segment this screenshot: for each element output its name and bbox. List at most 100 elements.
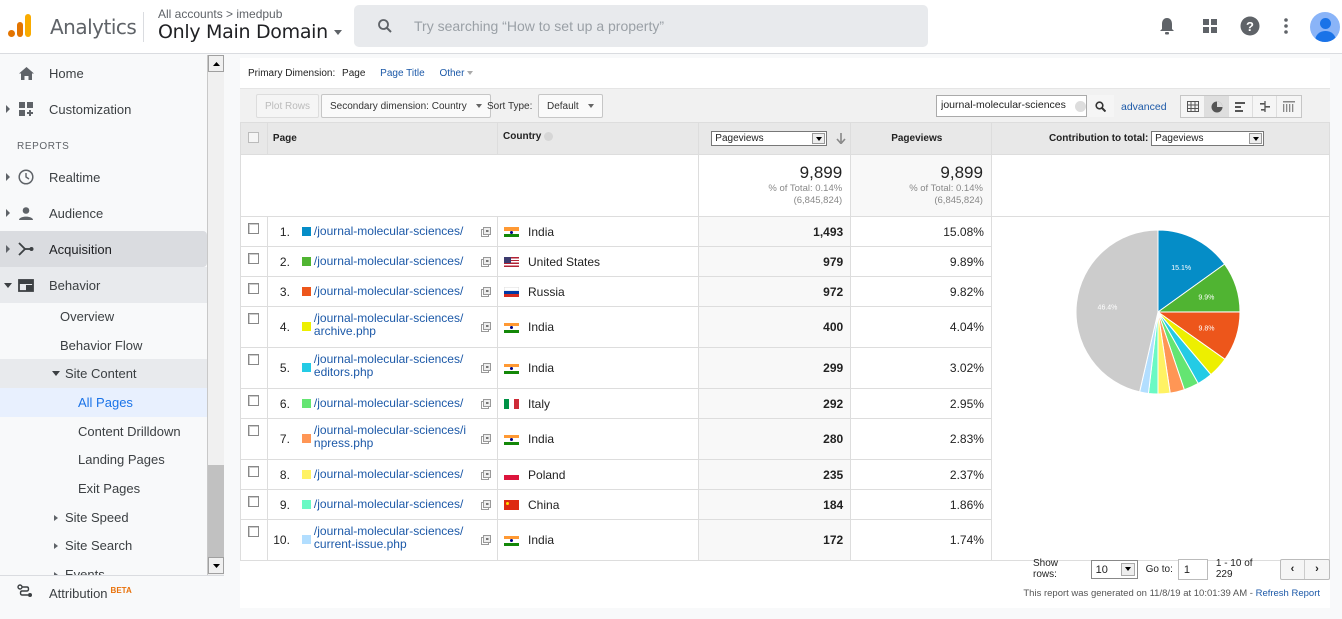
sidebar-item-audience[interactable]: Audience: [0, 195, 207, 231]
open-external-icon[interactable]: [481, 322, 492, 332]
account-avatar[interactable]: [1310, 12, 1340, 42]
flag-in-icon: [504, 363, 520, 374]
search-box[interactable]: [354, 5, 928, 47]
open-external-icon[interactable]: [481, 399, 492, 409]
pivot-view-icon[interactable]: [1277, 96, 1301, 117]
help-icon[interactable]: [544, 131, 554, 141]
sidebar-item-content-drilldown[interactable]: Content Drilldown: [0, 417, 207, 446]
row-checkbox[interactable]: [248, 223, 260, 234]
page-link[interactable]: /journal-molecular-sciences/archive.php: [314, 312, 463, 338]
collapse-arrow-icon: [4, 282, 12, 288]
series-color-swatch: [301, 287, 311, 296]
acquisition-icon: [17, 240, 35, 258]
sidebar-item-all-pages[interactable]: All Pages: [0, 388, 207, 417]
row-checkbox[interactable]: [248, 425, 260, 436]
sidebar-item-realtime[interactable]: Realtime: [0, 159, 207, 195]
row-checkbox[interactable]: [248, 526, 260, 537]
sidebar-item-site-search[interactable]: Site Search: [0, 531, 207, 560]
analytics-logo-icon[interactable]: [8, 14, 32, 38]
behavior-icon: [17, 276, 35, 294]
sidebar-item-site-content[interactable]: Site Content: [0, 359, 207, 388]
sidebar-item-behavior-flow[interactable]: Behavior Flow: [0, 331, 207, 360]
column-header-pageviews[interactable]: Pageviews: [850, 122, 992, 155]
filter-search-button[interactable]: [1086, 95, 1114, 117]
metric-select[interactable]: Pageviews: [711, 131, 828, 146]
comparison-view-icon[interactable]: [1253, 96, 1277, 117]
filter-input[interactable]: [941, 99, 1071, 111]
sidebar-item-home[interactable]: Home: [0, 55, 207, 91]
previous-page-button[interactable]: ‹: [1281, 559, 1305, 579]
scrollbar-thumb[interactable]: [208, 465, 224, 557]
apps-grid-icon[interactable]: [1199, 15, 1221, 37]
row-checkbox[interactable]: [248, 313, 260, 324]
sidebar-item-behavior[interactable]: Behavior: [0, 267, 207, 303]
contribution-select[interactable]: Pageviews: [1151, 131, 1265, 146]
row-checkbox[interactable]: [248, 283, 260, 294]
bell-icon[interactable]: [1156, 15, 1178, 37]
country-cell: Poland: [497, 459, 700, 490]
scroll-up-button[interactable]: [208, 55, 224, 72]
sidebar-scrollbar[interactable]: [207, 55, 224, 575]
sidebar-item-attribution[interactable]: Attribution BETA: [0, 575, 224, 611]
sidebar-item-events[interactable]: Events: [0, 560, 207, 575]
next-page-button[interactable]: ›: [1305, 560, 1329, 579]
page-link[interactable]: /journal-molecular-sciences/current-issu…: [314, 525, 463, 551]
open-external-icon[interactable]: [481, 363, 492, 373]
open-external-icon[interactable]: [481, 257, 492, 267]
open-external-icon[interactable]: [481, 434, 492, 444]
column-header-country[interactable]: Country: [497, 122, 700, 155]
page-link[interactable]: /journal-molecular-sciences/: [314, 255, 463, 268]
open-external-icon[interactable]: [481, 500, 492, 510]
column-header-page[interactable]: Page: [266, 122, 499, 155]
help-icon[interactable]: ?: [1239, 15, 1261, 37]
sidebar-item-acquisition[interactable]: Acquisition: [0, 231, 207, 267]
page-link[interactable]: /journal-molecular-sciences/: [314, 285, 463, 298]
secondary-dimension-dropdown[interactable]: Secondary dimension: Country: [321, 94, 491, 118]
pageviews-value: 184: [698, 489, 852, 520]
pie-view-icon[interactable]: [1205, 96, 1229, 117]
row-number: 4.: [279, 320, 290, 334]
property-selector[interactable]: Only Main Domain: [158, 21, 342, 43]
clear-filter-icon[interactable]: [1075, 101, 1086, 112]
row-checkbox[interactable]: [248, 496, 260, 507]
open-external-icon[interactable]: [481, 470, 492, 480]
page-link[interactable]: /journal-molecular-sciences/: [314, 468, 463, 481]
page-range: 1 - 10 of 229: [1215, 558, 1253, 580]
dimension-page-title-link[interactable]: Page Title: [380, 68, 424, 79]
sidebar-item-site-speed[interactable]: Site Speed: [0, 503, 207, 532]
refresh-report-link[interactable]: Refresh Report: [1256, 588, 1320, 599]
plot-rows-button[interactable]: Plot Rows: [256, 94, 320, 118]
scroll-down-button[interactable]: [208, 557, 224, 574]
open-external-icon[interactable]: [481, 227, 492, 237]
page-link[interactable]: /journal-molecular-sciences/editors.php: [314, 353, 463, 379]
goto-page-input[interactable]: 1: [1177, 558, 1208, 580]
more-vert-icon[interactable]: [1275, 15, 1297, 37]
report-table: Page Country Pageviews Pageviews Contrib…: [240, 122, 1331, 561]
show-rows-select[interactable]: 10: [1090, 559, 1138, 579]
table-row[interactable]: 1./journal-molecular-sciences/India 1,493…: [240, 216, 1331, 561]
search-input[interactable]: [414, 15, 894, 37]
select-all-checkbox[interactable]: [248, 131, 260, 143]
sidebar-item-landing-pages[interactable]: Landing Pages: [0, 445, 207, 474]
account-breadcrumb[interactable]: All accounts > imedpub: [158, 7, 282, 21]
page-link[interactable]: /journal-molecular-sciences/: [314, 397, 463, 410]
row-checkbox[interactable]: [248, 354, 260, 365]
page-link[interactable]: /journal-molecular-sciences/i npress.php: [314, 424, 466, 450]
svg-text:?: ?: [1246, 19, 1254, 34]
sidebar-item-overview[interactable]: Overview: [0, 302, 207, 331]
advanced-filter-link[interactable]: advanced: [1121, 101, 1167, 113]
open-external-icon[interactable]: [481, 287, 492, 297]
row-checkbox[interactable]: [248, 253, 260, 264]
sort-descending-icon[interactable]: [836, 132, 846, 145]
sort-type-dropdown[interactable]: Default: [538, 94, 603, 118]
open-external-icon[interactable]: [481, 535, 492, 545]
row-checkbox[interactable]: [248, 395, 260, 406]
dimension-other-link[interactable]: Other: [439, 68, 474, 79]
sidebar-item-exit-pages[interactable]: Exit Pages: [0, 474, 207, 503]
performance-view-icon[interactable]: [1229, 96, 1253, 117]
page-link[interactable]: /journal-molecular-sciences/: [314, 498, 463, 511]
table-view-icon[interactable]: [1181, 96, 1205, 117]
page-link[interactable]: /journal-molecular-sciences/: [314, 225, 463, 238]
row-checkbox[interactable]: [248, 466, 260, 477]
sidebar-item-customization[interactable]: Customization: [0, 91, 207, 127]
